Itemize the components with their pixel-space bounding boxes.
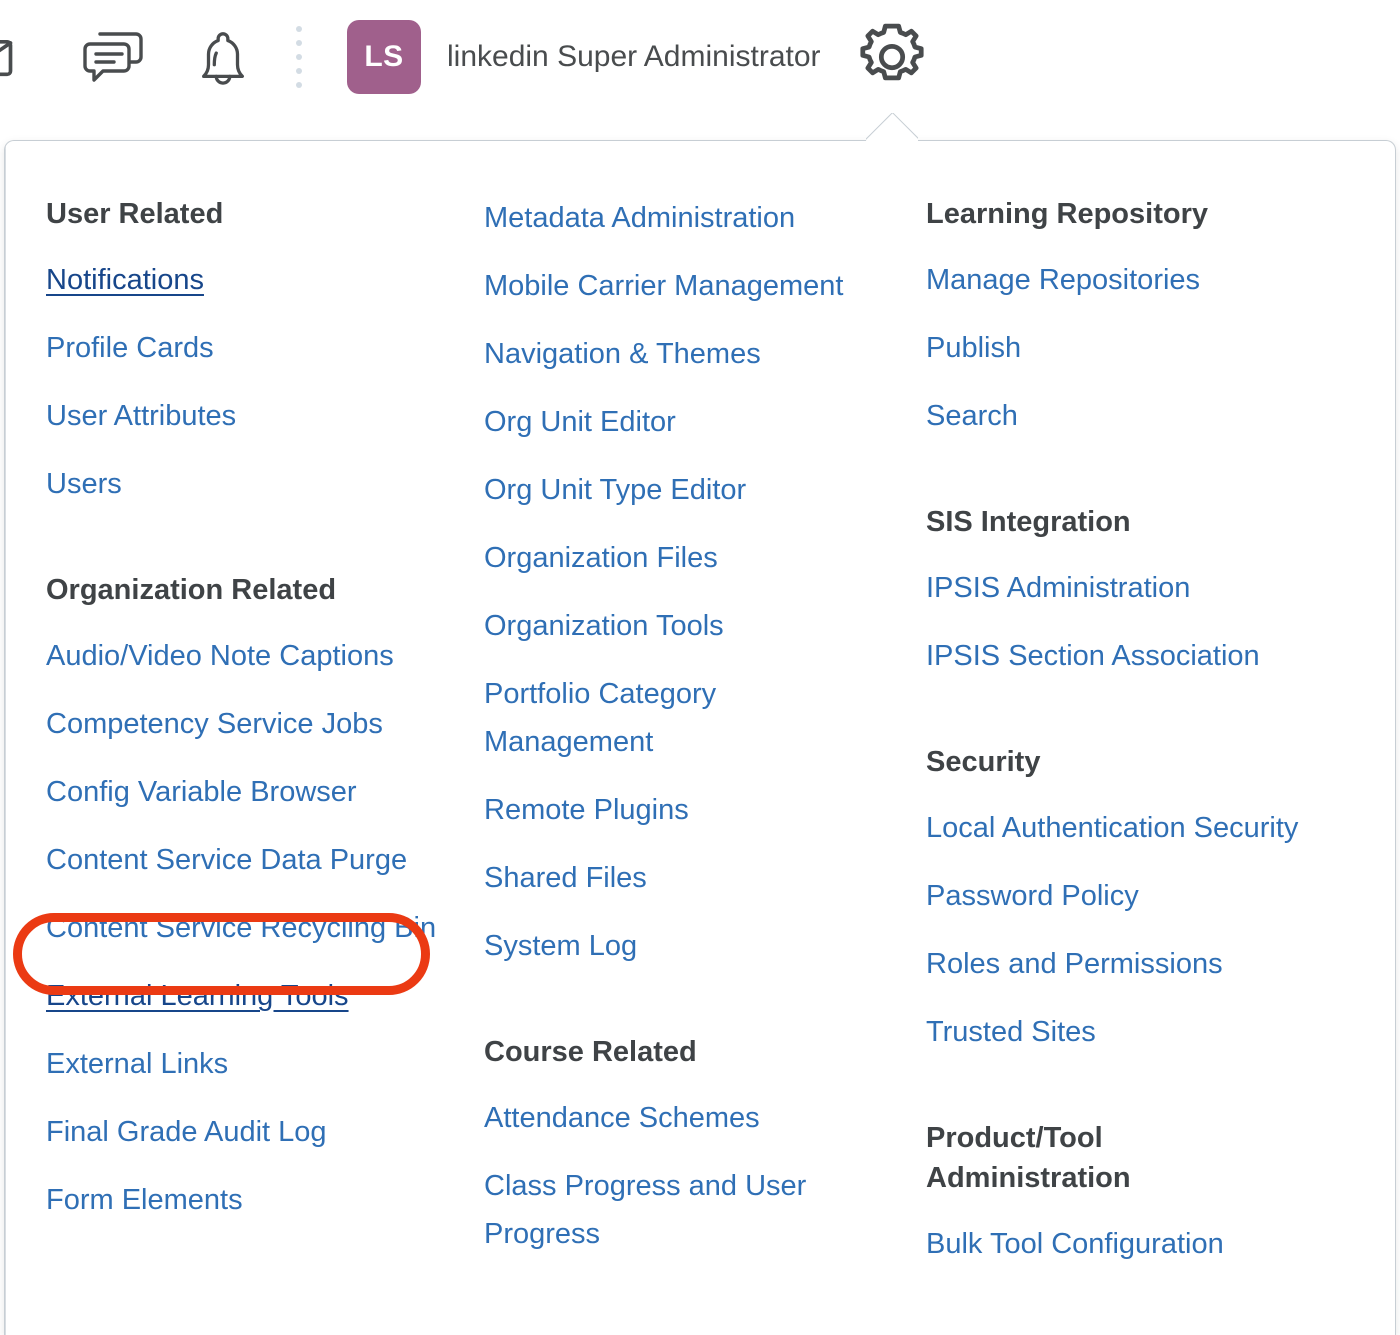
menu-group-title-security: Security xyxy=(926,746,1041,778)
menu-column-2: Metadata Administration Mobile Carrier Ma… xyxy=(445,194,886,1288)
menu-group-title-product-tool-administration: Product/Tool Administration xyxy=(926,1122,1131,1194)
top-navigation-bar: LS linkedin Super Administrator xyxy=(0,0,1400,113)
menu-item-system-log[interactable]: System Log xyxy=(484,922,864,970)
dropdown-caret xyxy=(866,113,918,141)
menu-group-title-sis-integration: SIS Integration xyxy=(926,506,1131,538)
menu-item-audio-video-note-captions[interactable]: Audio/Video Note Captions xyxy=(46,632,445,680)
menu-item-navigation-themes[interactable]: Navigation & Themes xyxy=(484,330,864,378)
menu-column-3: Learning Repository Manage Repositories Pu… xyxy=(886,194,1346,1288)
menu-item-class-progress-and-user-progress[interactable]: Class Progress and User Progress xyxy=(484,1162,864,1258)
menu-item-external-links[interactable]: External Links xyxy=(46,1040,445,1088)
chat-icon[interactable] xyxy=(78,29,150,85)
menu-item-manage-repositories[interactable]: Manage Repositories xyxy=(926,256,1326,304)
menu-item-form-elements[interactable]: Form Elements xyxy=(46,1176,445,1224)
menu-item-external-learning-tools[interactable]: External Learning Tools xyxy=(46,972,445,1020)
menu-group-title-user-related: User Related xyxy=(46,198,224,230)
menu-item-competency-service-jobs[interactable]: Competency Service Jobs xyxy=(46,700,445,748)
menu-column-1: User Related Notifications Profile Cards Us… xyxy=(5,194,445,1288)
gear-icon[interactable] xyxy=(853,18,931,96)
menu-item-users[interactable]: Users xyxy=(46,460,445,508)
menu-item-bulk-tool-configuration[interactable]: Bulk Tool Configuration xyxy=(926,1220,1326,1268)
admin-tools-dropdown-panel: User Related Notifications Profile Cards Us… xyxy=(4,140,1396,1335)
menu-group-title-organization-related: Organization Related xyxy=(46,574,337,606)
admin-tools-screen: LS linkedin Super Administrator User Rel… xyxy=(0,0,1400,1335)
menu-item-local-authentication-security[interactable]: Local Authentication Security xyxy=(926,804,1326,852)
menu-item-attendance-schemes[interactable]: Attendance Schemes xyxy=(484,1094,864,1142)
menu-item-profile-cards[interactable]: Profile Cards xyxy=(46,324,445,372)
menu-item-content-service-recycling-bin[interactable]: Content Service Recycling Bin xyxy=(46,904,445,952)
menu-item-trusted-sites[interactable]: Trusted Sites xyxy=(926,1008,1326,1056)
menu-item-roles-and-permissions[interactable]: Roles and Permissions xyxy=(926,940,1326,988)
menu-item-config-variable-browser[interactable]: Config Variable Browser xyxy=(46,768,445,816)
menu-item-final-grade-audit-log[interactable]: Final Grade Audit Log xyxy=(46,1108,445,1156)
menu-item-publish[interactable]: Publish xyxy=(926,324,1326,372)
menu-item-user-attributes[interactable]: User Attributes xyxy=(46,392,445,440)
menu-item-search[interactable]: Search xyxy=(926,392,1326,440)
menu-item-mobile-carrier-management[interactable]: Mobile Carrier Management xyxy=(484,262,864,310)
menu-item-org-unit-editor[interactable]: Org Unit Editor xyxy=(484,398,864,446)
admin-tools-menu-columns: User Related Notifications Profile Cards Us… xyxy=(5,141,1395,1288)
menu-item-organization-files[interactable]: Organization Files xyxy=(484,534,864,582)
menu-item-org-unit-type-editor[interactable]: Org Unit Type Editor xyxy=(484,466,864,514)
bell-icon[interactable] xyxy=(192,27,254,87)
menu-item-ipsis-section-association[interactable]: IPSIS Section Association xyxy=(926,632,1326,680)
menu-item-remote-plugins[interactable]: Remote Plugins xyxy=(484,786,864,834)
menu-item-content-service-data-purge[interactable]: Content Service Data Purge xyxy=(46,836,445,884)
menu-group-title-learning-repository: Learning Repository xyxy=(926,198,1208,230)
menu-item-metadata-administration[interactable]: Metadata Administration xyxy=(484,194,864,242)
user-name-label[interactable]: linkedin Super Administrator xyxy=(447,40,821,74)
menu-item-shared-files[interactable]: Shared Files xyxy=(484,854,864,902)
menu-item-ipsis-administration[interactable]: IPSIS Administration xyxy=(926,564,1326,612)
toolbar-dot-divider xyxy=(296,25,302,88)
avatar[interactable]: LS xyxy=(347,19,421,94)
menu-group-title-course-related: Course Related xyxy=(484,1036,697,1068)
menu-item-portfolio-category-management[interactable]: Portfolio Category Management xyxy=(484,670,864,766)
mail-icon[interactable] xyxy=(0,29,34,85)
menu-item-password-policy[interactable]: Password Policy xyxy=(926,872,1326,920)
menu-item-organization-tools[interactable]: Organization Tools xyxy=(484,602,864,650)
menu-item-notifications[interactable]: Notifications xyxy=(46,256,445,304)
